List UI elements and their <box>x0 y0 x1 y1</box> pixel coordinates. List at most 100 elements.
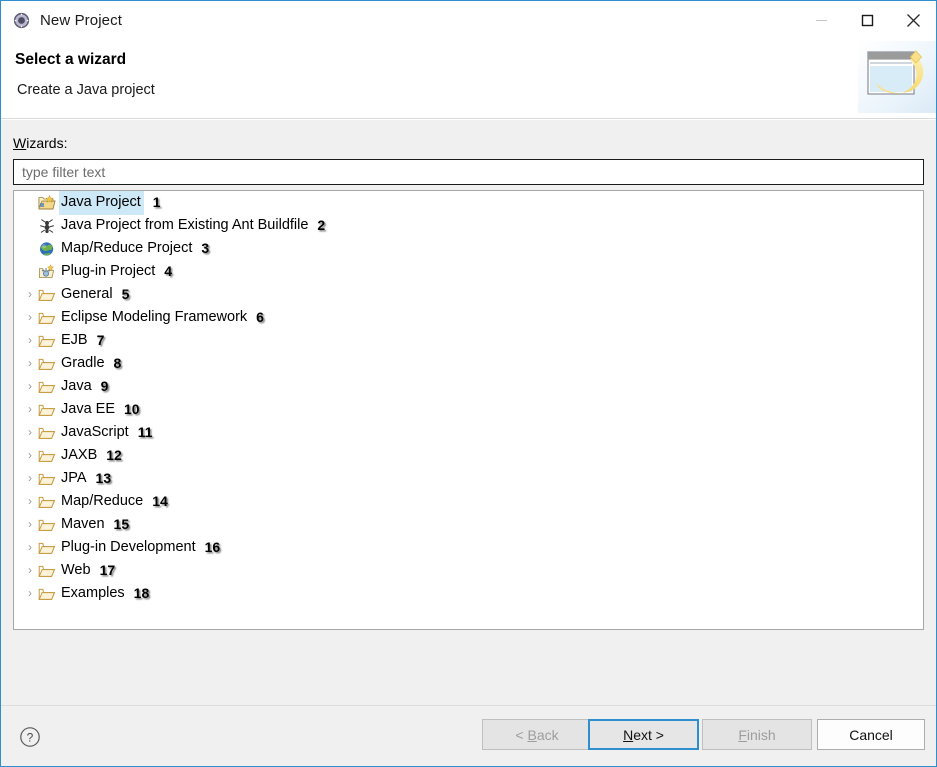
tree-row-label: Examples <box>61 585 125 601</box>
tree-row[interactable]: Map/Reduce Project 3 <box>14 237 923 260</box>
chevron-right-icon[interactable]: › <box>22 352 38 375</box>
tree-row[interactable]: › Maven 15 <box>14 513 923 536</box>
tree-row-number-annotation: 5 <box>121 286 130 302</box>
svg-text:?: ? <box>27 731 34 745</box>
tree-row-label: Web <box>61 562 91 578</box>
tree-row[interactable]: › Map/Reduce 14 <box>14 490 923 513</box>
tree-row[interactable]: › JAXB 12 <box>14 444 923 467</box>
back-button[interactable]: < Back <box>482 719 592 750</box>
chevron-right-icon[interactable]: › <box>22 283 38 306</box>
page-title: Select a wizard <box>15 51 127 68</box>
tree-row[interactable]: › Examples 18 <box>14 582 923 605</box>
tree-row-number-annotation: 14 <box>152 493 168 509</box>
window-controls <box>798 1 936 39</box>
folder-icon <box>38 586 56 602</box>
tree-row-label: Java EE <box>61 401 115 417</box>
chevron-right-icon[interactable]: › <box>22 582 38 605</box>
tree-row[interactable]: › JPA 13 <box>14 467 923 490</box>
new-project-banner-icon <box>858 41 936 113</box>
folder-icon <box>38 517 56 533</box>
close-button[interactable] <box>890 1 936 39</box>
tree-row-label: Java <box>61 378 92 394</box>
folder-icon <box>38 540 56 556</box>
tree-row-number-annotation: 1 <box>152 194 161 210</box>
tree-row-number-annotation: 2 <box>317 217 326 233</box>
tree-row-label: Eclipse Modeling Framework <box>61 309 248 325</box>
tree-row[interactable]: › Java EE 10 <box>14 398 923 421</box>
maximize-button[interactable] <box>844 1 890 39</box>
folder-icon <box>38 563 56 579</box>
tree-row[interactable]: › Web 17 <box>14 559 923 582</box>
chevron-right-icon[interactable]: › <box>22 513 38 536</box>
chevron-right-icon[interactable]: › <box>22 421 38 444</box>
tree-row[interactable]: › EJB 7 <box>14 329 923 352</box>
tree-row-label: Plug-in Development <box>61 539 196 555</box>
folder-icon <box>38 287 56 303</box>
plugin-project-icon <box>38 263 56 280</box>
tree-row-number-annotation: 9 <box>100 378 109 394</box>
folder-icon <box>38 356 56 372</box>
wizard-header: Select a wizard Create a Java project <box>1 39 936 119</box>
eclipse-ring-icon <box>13 12 30 29</box>
tree-row-number-annotation: 8 <box>113 355 122 371</box>
tree-row[interactable]: › Eclipse Modeling Framework 6 <box>14 306 923 329</box>
title-bar: New Project <box>1 1 936 39</box>
chevron-right-icon[interactable]: › <box>22 467 38 490</box>
tree-row[interactable]: Java Project from Existing Ant Buildfile… <box>14 214 923 237</box>
next-button[interactable]: Next > <box>588 719 699 750</box>
tree-row[interactable]: › Gradle 8 <box>14 352 923 375</box>
tree-row-label: Java Project from Existing Ant Buildfile <box>61 217 309 233</box>
back-button-label: < Back <box>515 726 559 743</box>
cancel-button[interactable]: Cancel <box>817 719 925 750</box>
chevron-right-icon[interactable]: › <box>22 444 38 467</box>
tree-row[interactable]: › Java 9 <box>14 375 923 398</box>
tree-row-label: Map/Reduce Project <box>61 240 193 256</box>
wizards-tree[interactable]: Java Project 1 Java Project from Existing… <box>13 190 924 630</box>
tree-row-number-annotation: 3 <box>201 240 210 256</box>
folder-icon <box>38 310 56 326</box>
tree-row[interactable]: › General 5 <box>14 283 923 306</box>
tree-row-number-annotation: 11 <box>137 424 153 440</box>
page-subtitle: Create a Java project <box>17 82 155 98</box>
tree-row-number-annotation: 12 <box>106 447 122 463</box>
new-project-dialog: New Project Select a wizard Create a Jav… <box>0 0 937 767</box>
folder-icon <box>38 333 56 349</box>
tree-row-number-annotation: 16 <box>204 539 221 555</box>
chevron-right-icon[interactable]: › <box>22 329 38 352</box>
filter-input[interactable] <box>13 159 924 185</box>
tree-row-number-annotation: 6 <box>256 309 264 325</box>
chevron-right-icon[interactable]: › <box>22 306 38 329</box>
java-project-icon <box>38 194 56 211</box>
chevron-right-icon[interactable]: › <box>22 398 38 421</box>
tree-row[interactable]: Plug-in Project 4 <box>14 260 923 283</box>
help-question-icon[interactable]: ? <box>19 726 41 748</box>
tree-row-label: JPA <box>61 470 87 486</box>
folder-icon <box>38 494 56 510</box>
tree-row-label: JavaScript <box>61 424 129 440</box>
finish-button[interactable]: Finish <box>702 719 812 750</box>
folder-icon <box>38 471 56 487</box>
tree-row-label: Plug-in Project <box>61 263 156 279</box>
wizard-body: Wizards: Java Project 1 Java Project from… <box>1 120 936 705</box>
tree-row-number-annotation: 17 <box>99 562 116 578</box>
mapreduce-globe-icon <box>38 241 56 257</box>
tree-row[interactable]: › JavaScript 11 <box>14 421 923 444</box>
tree-row-label: Gradle <box>61 355 105 371</box>
tree-row-label: Maven <box>61 516 105 532</box>
chevron-right-icon[interactable]: › <box>22 375 38 398</box>
folder-icon <box>38 402 56 418</box>
chevron-right-icon[interactable]: › <box>22 559 38 582</box>
tree-row-label: Map/Reduce <box>61 493 144 509</box>
chevron-right-icon[interactable]: › <box>22 536 38 559</box>
tree-row[interactable]: › Plug-in Development 16 <box>14 536 923 559</box>
tree-row-number-annotation: 18 <box>133 585 150 601</box>
next-button-label: Next > <box>623 726 664 743</box>
chevron-right-icon[interactable]: › <box>22 490 38 513</box>
minimize-button[interactable] <box>798 1 844 39</box>
tree-row-number-annotation: 4 <box>164 263 173 279</box>
folder-icon <box>38 448 56 464</box>
tree-row[interactable]: Java Project 1 <box>14 191 923 215</box>
